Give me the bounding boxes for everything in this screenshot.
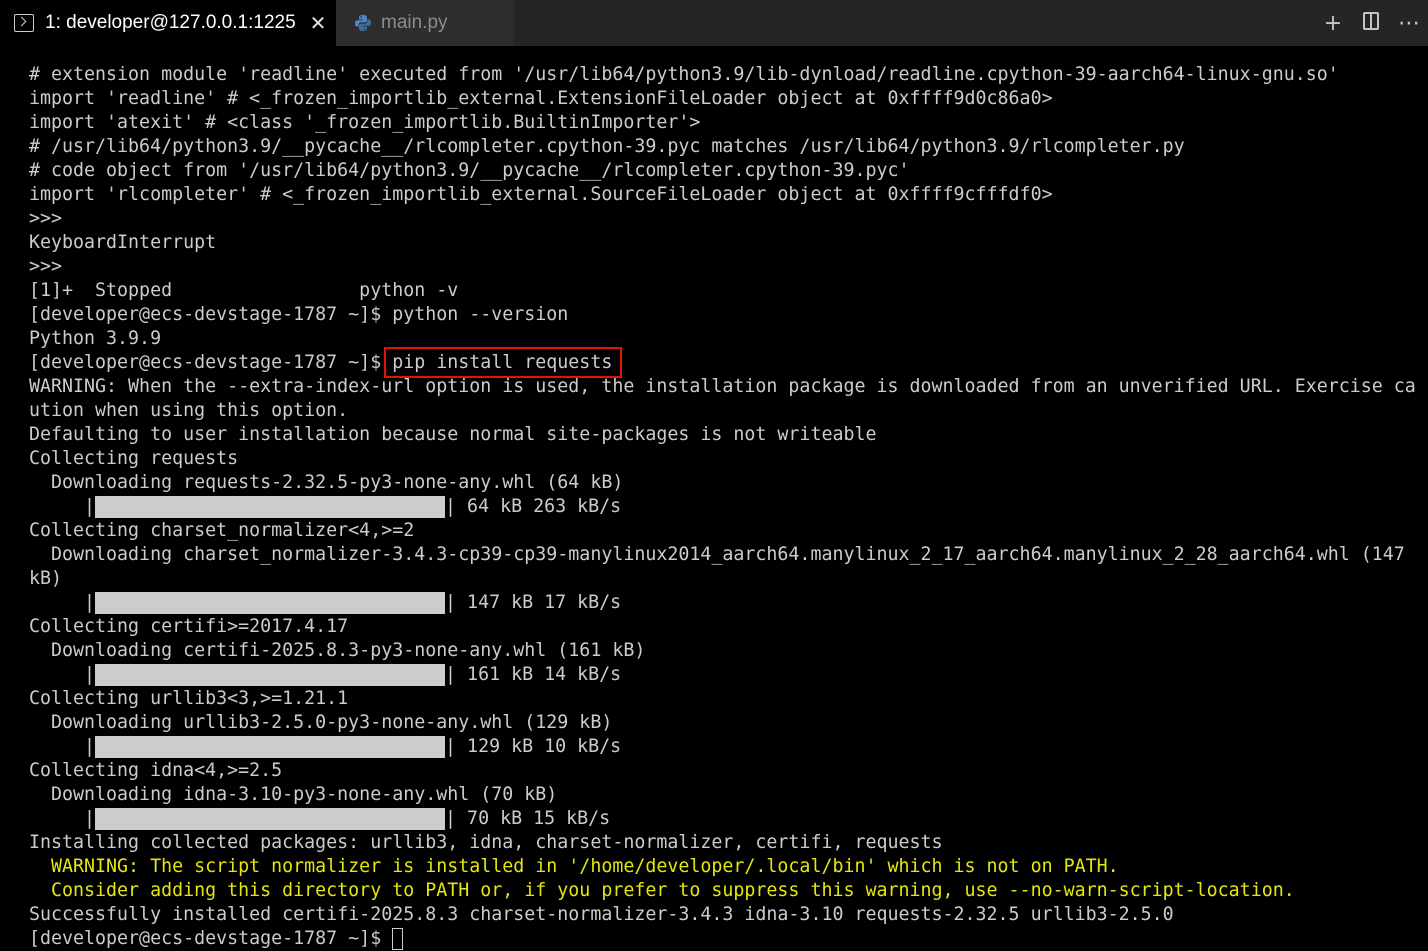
terminal-line: import 'readline' # <_frozen_importlib_e…: [29, 87, 1428, 111]
python-icon: [354, 14, 372, 32]
terminal-line-text: |: [29, 496, 96, 517]
terminal-line-text: |: [29, 592, 96, 613]
tab-terminal[interactable]: 1: developer@127.0.0.1:1225 ✕: [0, 0, 336, 46]
terminal-line-text: Downloading idna-3.10-py3-none-any.whl (…: [29, 784, 558, 805]
terminal-line: [developer@ecs-devstage-1787 ~]$ pip ins…: [29, 351, 1428, 375]
terminal-line: | | 147 kB 17 kB/s: [29, 591, 1428, 615]
terminal-line: Installing collected packages: urllib3, …: [29, 831, 1428, 855]
progress-bar: [95, 808, 446, 830]
tab-main-py[interactable]: main.py: [336, 0, 514, 46]
terminal-line-text: |: [29, 664, 96, 685]
terminal-line-text: Consider adding this directory to PATH o…: [29, 880, 1295, 901]
terminal-line: Downloading certifi-2025.8.3-py3-none-an…: [29, 639, 1428, 663]
terminal-line: # code object from '/usr/lib64/python3.9…: [29, 159, 1428, 183]
terminal-line: # /usr/lib64/python3.9/__pycache__/rlcom…: [29, 135, 1428, 159]
terminal-line: Collecting certifi>=2017.4.17: [29, 615, 1428, 639]
terminal-line-text: |: [29, 808, 96, 829]
terminal-actions: + ⋯: [1314, 0, 1428, 46]
terminal-line: import 'atexit' # <class '_frozen_import…: [29, 111, 1428, 135]
more-icon[interactable]: ⋯: [1390, 11, 1428, 36]
terminal-line: WARNING: When the --extra-index-url opti…: [29, 375, 1428, 399]
terminal-line-text: [1]+ Stopped python -v: [29, 280, 459, 301]
highlight-box: [384, 347, 622, 378]
terminal-line: Downloading requests-2.32.5-py3-none-any…: [29, 471, 1428, 495]
terminal-line-text: Successfully installed certifi-2025.8.3 …: [29, 904, 1174, 925]
terminal-line: Downloading urllib3-2.5.0-py3-none-any.w…: [29, 711, 1428, 735]
terminal-line: ution when using this option.: [29, 399, 1428, 423]
tab-label: main.py: [381, 12, 448, 33]
progress-text: | 70 kB 15 kB/s: [445, 808, 611, 829]
terminal-line: >>>: [29, 255, 1428, 279]
terminal-line-text: import 'rlcompleter' # <_frozen_importli…: [29, 184, 1053, 205]
terminal-line-text: Collecting certifi>=2017.4.17: [29, 616, 349, 637]
terminal-line: Collecting charset_normalizer<4,>=2: [29, 519, 1428, 543]
terminal-line-text: Downloading requests-2.32.5-py3-none-any…: [29, 472, 624, 493]
terminal-line-text: Downloading certifi-2025.8.3-py3-none-an…: [29, 640, 646, 661]
terminal-line: Collecting idna<4,>=2.5: [29, 759, 1428, 783]
terminal-line-text: import 'atexit' # <class '_frozen_import…: [29, 112, 701, 133]
terminal-line: kB): [29, 567, 1428, 591]
terminal-line-text: Collecting idna<4,>=2.5: [29, 760, 283, 781]
terminal-line: # extension module 'readline' executed f…: [29, 63, 1428, 87]
terminal-line: | | 129 kB 10 kB/s: [29, 735, 1428, 759]
terminal-line-text: # code object from '/usr/lib64/python3.9…: [29, 160, 910, 181]
terminal-line: | | 64 kB 263 kB/s: [29, 495, 1428, 519]
progress-text: | 129 kB 10 kB/s: [445, 736, 622, 757]
terminal-line: Collecting requests: [29, 447, 1428, 471]
terminal-line: Collecting urllib3<3,>=1.21.1: [29, 687, 1428, 711]
terminal-icon: [14, 14, 34, 32]
progress-bar: [95, 496, 446, 518]
terminal-line-text: Installing collected packages: urllib3, …: [29, 832, 943, 853]
terminal-line-text: Downloading urllib3-2.5.0-py3-none-any.w…: [29, 712, 613, 733]
terminal-output[interactable]: # extension module 'readline' executed f…: [29, 63, 1428, 951]
terminal-line: >>>: [29, 207, 1428, 231]
terminal-line: KeyboardInterrupt: [29, 231, 1428, 255]
terminal-line-text: [developer@ecs-devstage-1787 ~]$: [29, 928, 393, 949]
tab-label: 1: developer@127.0.0.1:1225: [45, 12, 296, 33]
terminal-line: [developer@ecs-devstage-1787 ~]$ python …: [29, 303, 1428, 327]
progress-text: | 161 kB 14 kB/s: [445, 664, 622, 685]
terminal-line: [developer@ecs-devstage-1787 ~]$: [29, 927, 1428, 951]
terminal-line-text: Collecting requests: [29, 448, 239, 469]
terminal-line: Downloading charset_normalizer-3.4.3-cp3…: [29, 543, 1428, 567]
terminal-line-text: >>>: [29, 256, 63, 277]
close-icon[interactable]: ✕: [310, 11, 327, 36]
progress-bar: [95, 664, 446, 686]
progress-bar: [95, 592, 446, 614]
terminal-line: | | 70 kB 15 kB/s: [29, 807, 1428, 831]
terminal-line-text: |: [29, 736, 96, 757]
terminal-line: Successfully installed certifi-2025.8.3 …: [29, 903, 1428, 927]
terminal-line-text: # /usr/lib64/python3.9/__pycache__/rlcom…: [29, 136, 1185, 157]
terminal-line-text: KeyboardInterrupt: [29, 232, 217, 253]
progress-text: | 64 kB 263 kB/s: [445, 496, 622, 517]
terminal-line: Downloading idna-3.10-py3-none-any.whl (…: [29, 783, 1428, 807]
terminal-line-text: import 'readline' # <_frozen_importlib_e…: [29, 88, 1053, 109]
terminal-line: Python 3.9.9: [29, 327, 1428, 351]
progress-bar: [95, 736, 446, 758]
terminal-line-text: >>>: [29, 208, 63, 229]
progress-text: | 147 kB 17 kB/s: [445, 592, 622, 613]
terminal-line-text: Collecting urllib3<3,>=1.21.1: [29, 688, 349, 709]
terminal-line: | | 161 kB 14 kB/s: [29, 663, 1428, 687]
plus-icon[interactable]: +: [1314, 11, 1352, 36]
terminal-line-text: Collecting charset_normalizer<4,>=2: [29, 520, 415, 541]
terminal-line-text: WARNING: The script normalizer is instal…: [29, 856, 1119, 877]
tab-bar: 1: developer@127.0.0.1:1225 ✕ main.py + …: [0, 0, 1428, 46]
terminal-line-text: # extension module 'readline' executed f…: [29, 64, 1339, 85]
terminal-line-text: kB): [29, 568, 63, 589]
terminal-line: import 'rlcompleter' # <_frozen_importli…: [29, 183, 1428, 207]
terminal-line: Defaulting to user installation because …: [29, 423, 1428, 447]
terminal-line-text: Python 3.9.9: [29, 328, 162, 349]
terminal-line: WARNING: The script normalizer is instal…: [29, 855, 1428, 879]
terminal-line-text: ution when using this option.: [29, 400, 349, 421]
terminal-line: Consider adding this directory to PATH o…: [29, 879, 1428, 903]
terminal-line: [1]+ Stopped python -v: [29, 279, 1428, 303]
split-editor-icon[interactable]: [1352, 11, 1390, 36]
terminal-cursor: [392, 928, 404, 950]
terminal-line-text: Downloading charset_normalizer-3.4.3-cp3…: [29, 544, 1405, 565]
terminal-line-text: [developer@ecs-devstage-1787 ~]$ python …: [29, 304, 569, 325]
terminal-line-text: WARNING: When the --extra-index-url opti…: [29, 376, 1416, 397]
terminal-line-text: Defaulting to user installation because …: [29, 424, 877, 445]
